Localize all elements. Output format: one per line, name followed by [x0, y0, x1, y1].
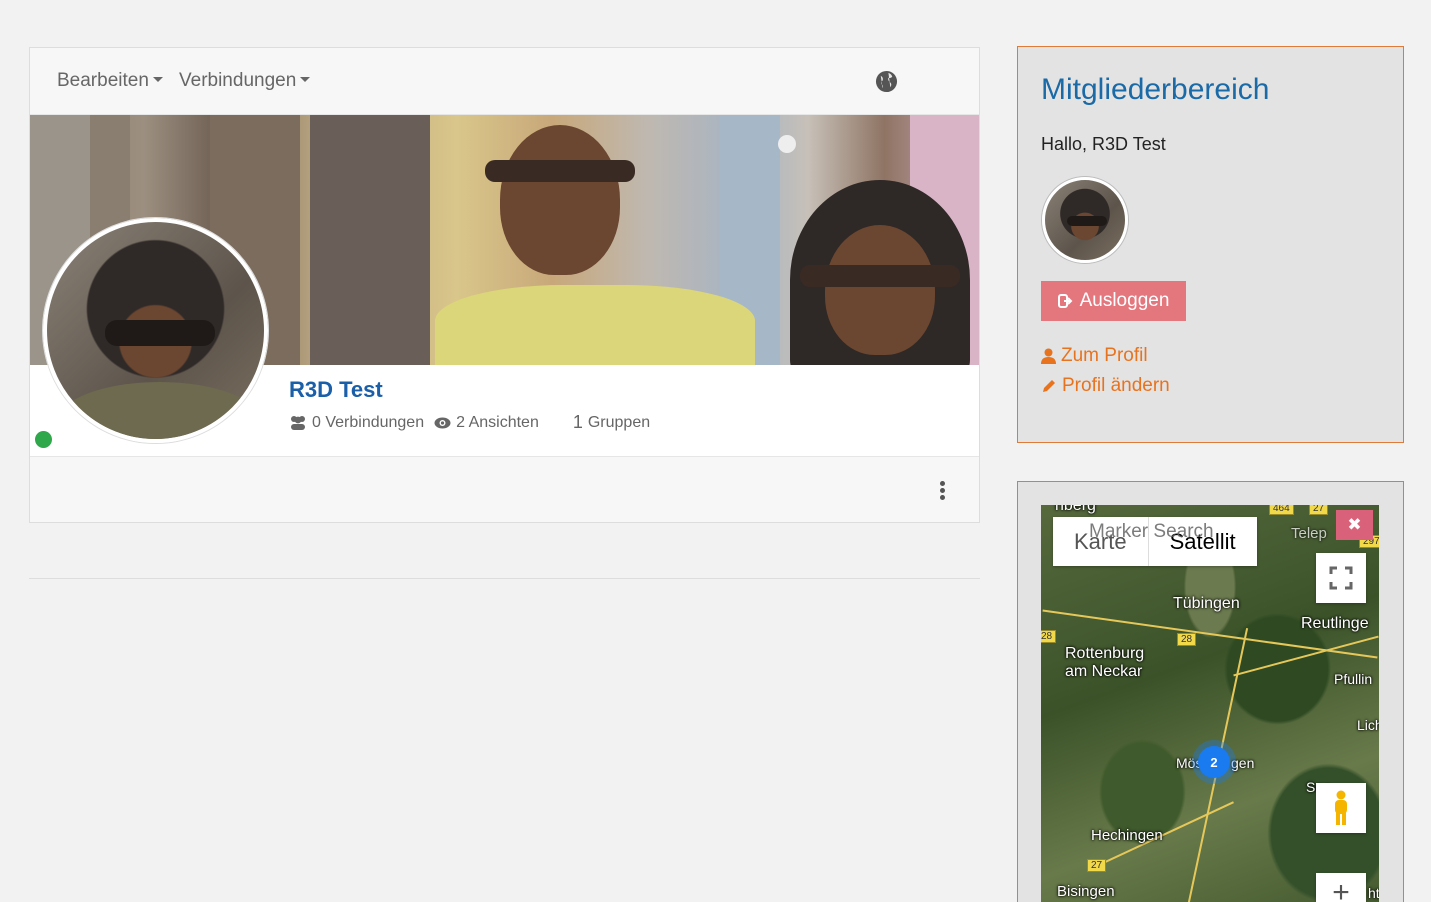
road-shield: 27 — [1087, 859, 1107, 872]
online-status-indicator — [35, 431, 52, 448]
profile-footer — [30, 456, 979, 522]
road-shield: 28 — [1177, 633, 1197, 646]
profile-name[interactable]: R3D Test — [289, 377, 383, 403]
globe-icon[interactable] — [875, 70, 898, 93]
member-area-title: Mitgliederbereich — [1041, 73, 1270, 106]
fullscreen-button[interactable] — [1316, 553, 1366, 603]
profile-nav: Bearbeiten Verbindungen — [30, 48, 979, 115]
map-town-label: Pfullin — [1334, 671, 1373, 687]
sign-out-icon — [1057, 294, 1073, 308]
road-shield: 464 — [1269, 505, 1294, 515]
fullscreen-icon — [1329, 566, 1353, 590]
map-town-label: Telep — [1291, 525, 1327, 542]
to-profile-link[interactable]: Zum Profil — [1041, 345, 1148, 367]
edit-dropdown[interactable]: Bearbeiten — [57, 70, 163, 92]
map-type-satellite-button[interactable]: Satellit — [1147, 517, 1257, 566]
eye-icon — [434, 417, 451, 428]
connections-stat[interactable]: 0 Verbindungen — [289, 414, 424, 432]
profile-card: Bearbeiten Verbindungen R3D Test 0 Verbi… — [29, 47, 980, 523]
users-icon — [291, 416, 305, 430]
greeting: Hallo, R3D Test — [1041, 134, 1166, 154]
edit-profile-link[interactable]: Profil ändern — [1041, 375, 1170, 397]
street-view-pegman-icon[interactable] — [1316, 783, 1366, 833]
map-town-label: ht — [1368, 885, 1379, 901]
map-town-label: Tübingen — [1173, 595, 1240, 612]
groups-label: Gruppen — [587, 413, 651, 431]
groups-count: 1 — [572, 412, 583, 432]
map-town-label: Bisingen — [1057, 883, 1115, 900]
profile-avatar[interactable] — [43, 218, 268, 443]
logout-label: Ausloggen — [1079, 290, 1170, 311]
logout-button[interactable]: Ausloggen — [1041, 281, 1186, 321]
map-town-label: Reutlinge — [1301, 615, 1369, 632]
profile-stats: 0 Verbindungen 2 Ansichten 1 Gruppen — [289, 412, 660, 433]
road-shield: 27 — [1309, 505, 1329, 515]
map-town-label: Lich — [1357, 717, 1379, 733]
connections-dropdown-label: Verbindungen — [179, 70, 297, 91]
connections-dropdown[interactable]: Verbindungen — [179, 70, 311, 92]
map-town-label: am Neckar — [1065, 663, 1143, 680]
divider — [29, 578, 980, 579]
satellite-map[interactable]: nberg Tübingen Reutlinge Rottenburg am N… — [1041, 505, 1379, 902]
pencil-icon — [1043, 380, 1055, 392]
zoom-in-button[interactable]: + — [1316, 873, 1366, 902]
map-panel: nberg Tübingen Reutlinge Rottenburg am N… — [1017, 481, 1404, 902]
to-profile-label: Zum Profil — [1061, 345, 1148, 366]
connections-count: 0 Verbindungen — [312, 413, 425, 431]
views-count: 2 Ansichten — [456, 413, 539, 431]
more-options-icon[interactable] — [938, 481, 946, 501]
edit-profile-label: Profil ändern — [1062, 375, 1170, 396]
member-avatar — [1042, 177, 1128, 263]
map-town-label: nberg — [1055, 505, 1096, 514]
member-area-panel: Mitgliederbereich Hallo, R3D Test Auslog… — [1017, 46, 1404, 443]
user-icon — [1041, 348, 1056, 364]
map-type-map-button[interactable]: Karte — [1053, 517, 1148, 566]
groups-stat[interactable]: 1 Gruppen — [573, 412, 650, 433]
map-town-label: gen — [1231, 755, 1255, 771]
caret-down-icon — [300, 76, 311, 82]
edit-dropdown-label: Bearbeiten — [57, 70, 149, 91]
map-town-label: Rottenburg — [1065, 645, 1145, 662]
views-stat: 2 Ansichten — [434, 414, 539, 432]
map-type-control: Karte Satellit — [1053, 517, 1257, 566]
collapse-map-icon[interactable]: ✖ — [1336, 510, 1373, 540]
caret-down-icon — [152, 76, 163, 82]
map-town-label: Hechingen — [1091, 827, 1163, 844]
road-shield: 28 — [1041, 630, 1057, 643]
marker-cluster[interactable]: 2 — [1198, 746, 1230, 778]
